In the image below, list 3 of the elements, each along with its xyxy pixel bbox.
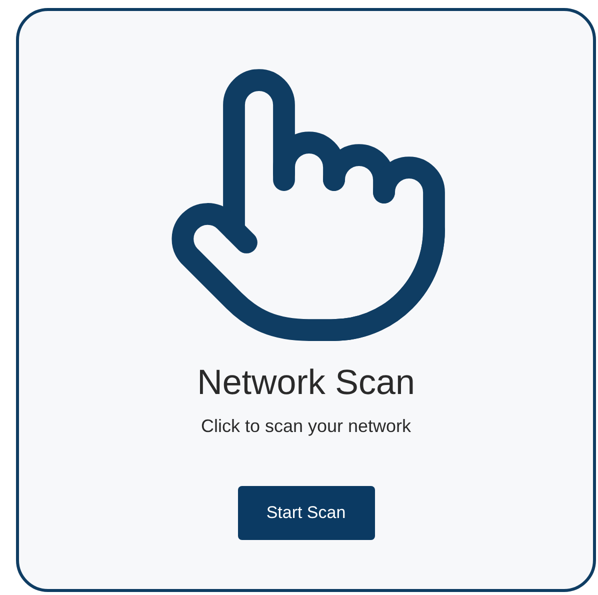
title: Network Scan (197, 362, 415, 404)
start-scan-button[interactable]: Start Scan (238, 486, 374, 540)
subtitle: Click to scan your network (200, 414, 412, 438)
